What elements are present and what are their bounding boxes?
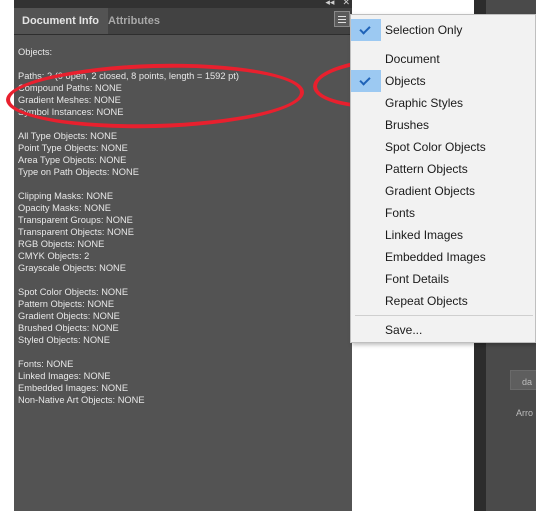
menu-item-label: Spot Color Objects	[385, 140, 486, 154]
menu-item-brushes[interactable]: Brushes	[351, 114, 536, 136]
menu-item-label: Repeat Objects	[385, 294, 468, 308]
menu-item-label: Document	[385, 52, 440, 66]
info-line: Embedded Images: NONE	[18, 383, 129, 393]
info-line: Transparent Objects: NONE	[18, 227, 134, 237]
menu-item-fonts[interactable]: Fonts	[351, 202, 536, 224]
checkmark-icon	[351, 19, 381, 41]
background-label-arro: Arro	[516, 408, 534, 418]
info-line: RGB Objects: NONE	[18, 239, 105, 249]
info-line: Transparent Groups: NONE	[18, 215, 133, 225]
menu-item-label: Graphic Styles	[385, 96, 464, 110]
menu-item-graphic-styles[interactable]: Graphic Styles	[351, 92, 536, 114]
menu-separator	[355, 315, 533, 316]
info-line: Clipping Masks: NONE	[18, 191, 114, 201]
info-line: Spot Color Objects: NONE	[18, 287, 129, 297]
tab-attributes[interactable]: Attributes	[100, 8, 168, 34]
info-line: Styled Objects: NONE	[18, 335, 110, 345]
menu-item-spot-color-objects[interactable]: Spot Color Objects	[351, 136, 536, 158]
menu-item-label: Save...	[385, 323, 423, 337]
menu-item-label: Gradient Objects	[385, 184, 476, 198]
menu-item-label: Linked Images	[385, 228, 464, 242]
menu-item-document[interactable]: Document	[351, 48, 536, 70]
menu-item-selection-only[interactable]: Selection Only	[351, 19, 536, 41]
info-line: CMYK Objects: 2	[18, 251, 90, 261]
tab-document-info[interactable]: Document Info	[14, 8, 108, 34]
menu-item-font-details[interactable]: Font Details	[351, 268, 536, 290]
checkmark-icon	[351, 70, 381, 92]
menu-item-label: Font Details	[385, 272, 450, 286]
menu-item-label: Objects	[385, 74, 426, 88]
panel-title-bar: ◂◂ ✕	[14, 0, 352, 8]
info-line: Point Type Objects: NONE	[18, 143, 128, 153]
menu-item-objects[interactable]: Objects	[351, 70, 536, 92]
background-label-da: da	[522, 377, 533, 387]
hamburger-icon	[338, 16, 346, 17]
info-line: Non-Native Art Objects: NONE	[18, 395, 145, 405]
info-line: Grayscale Objects: NONE	[18, 263, 126, 273]
menu-item-label: Fonts	[385, 206, 416, 220]
info-line: Brushed Objects: NONE	[18, 323, 119, 333]
info-line: Objects:	[18, 47, 53, 57]
menu-item-pattern-objects[interactable]: Pattern Objects	[351, 158, 536, 180]
info-line: Opacity Masks: NONE	[18, 203, 111, 213]
info-line: Pattern Objects: NONE	[18, 299, 115, 309]
menu-item-embedded-images[interactable]: Embedded Images	[351, 246, 536, 268]
info-line: Gradient Objects: NONE	[18, 311, 120, 321]
menu-item-label: Brushes	[385, 118, 430, 132]
menu-item-repeat-objects[interactable]: Repeat Objects	[351, 290, 536, 312]
menu-item-label: Selection Only	[385, 23, 463, 37]
info-line: All Type Objects: NONE	[18, 131, 118, 141]
info-line: Type on Path Objects: NONE	[18, 167, 139, 177]
menu-item-gradient-objects[interactable]: Gradient Objects	[351, 180, 536, 202]
menu-item-label: Pattern Objects	[385, 162, 468, 176]
panel-tab-bar: Document Info Attributes	[14, 8, 352, 35]
info-line: Area Type Objects: NONE	[18, 155, 127, 165]
menu-item-linked-images[interactable]: Linked Images	[351, 224, 536, 246]
panel-menu-button[interactable]	[334, 11, 350, 27]
menu-item-label: Embedded Images	[385, 250, 486, 264]
menu-item-save[interactable]: Save...	[351, 319, 536, 341]
info-line: Linked Images: NONE	[18, 371, 111, 381]
panel-options-menu: Selection Only Document Objects Graphic Sty…	[350, 14, 536, 343]
info-line: Fonts: NONE	[18, 359, 74, 369]
